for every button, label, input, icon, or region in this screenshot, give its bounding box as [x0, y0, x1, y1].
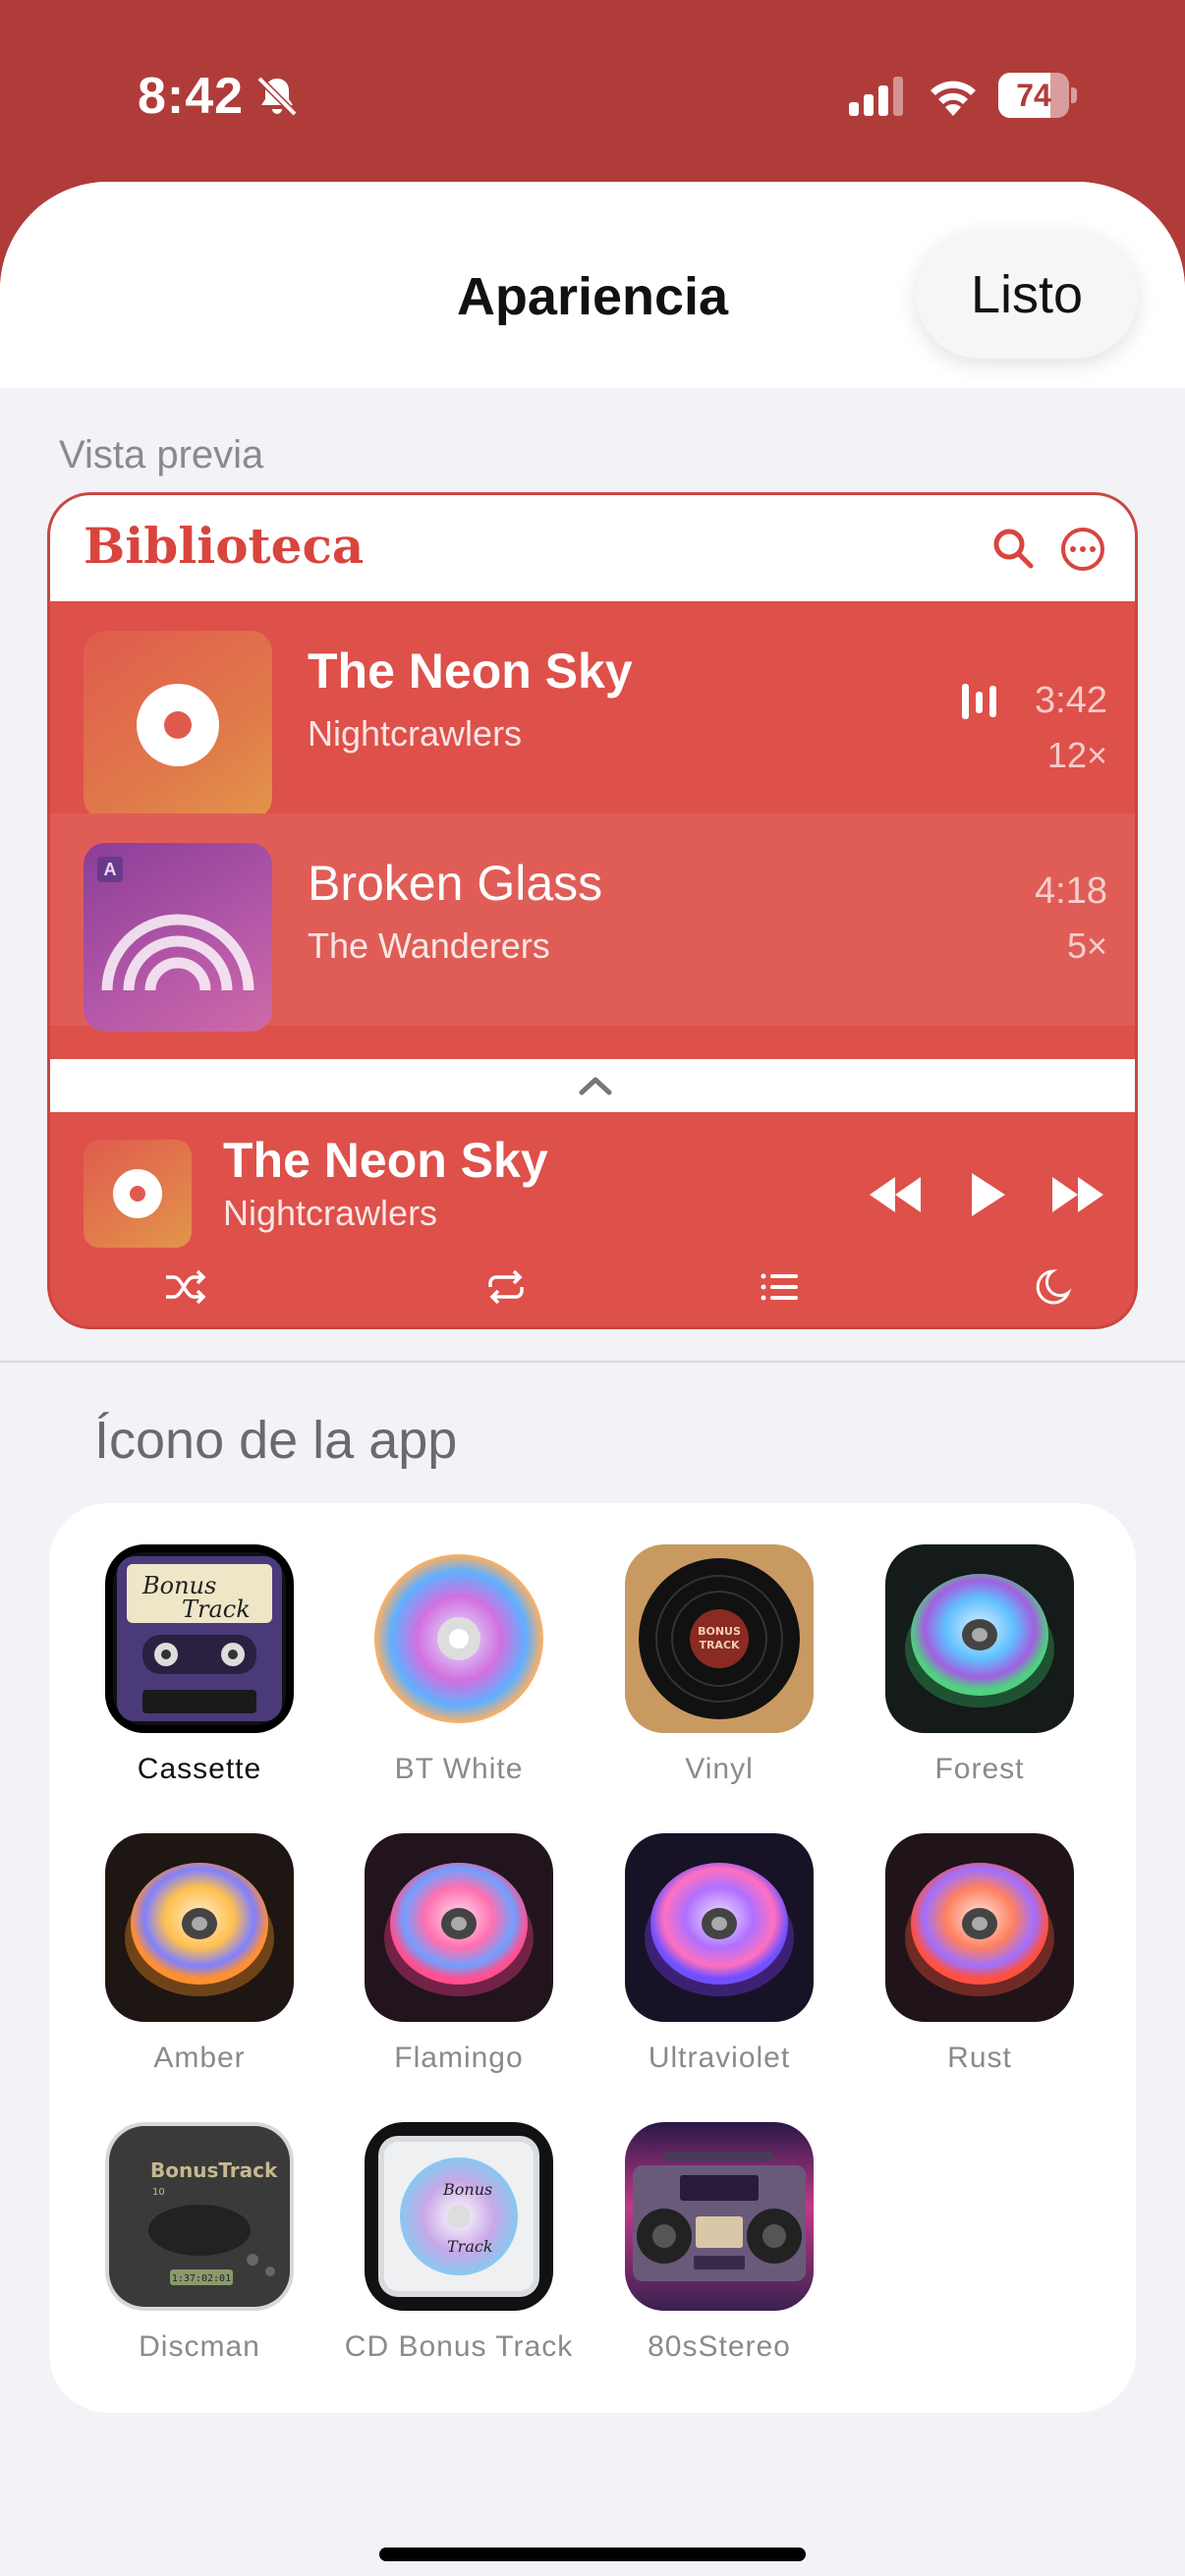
track-artist: Nightcrawlers — [308, 713, 523, 754]
app-icon-section-label: Ícono de la app — [94, 1411, 458, 1470]
preview-header: Biblioteca — [50, 495, 1135, 601]
discman-art-text: BonusTrack — [150, 2158, 278, 2182]
app-icon-label: Ultraviolet — [648, 2042, 791, 2074]
discman-art-text: 10 — [152, 2187, 165, 2198]
cd-forest-icon — [885, 1544, 1074, 1733]
preview-track-row: A Broken Glass The Wanderers 4:18 5× — [50, 813, 1135, 1032]
app-icon-option-flamingo[interactable]: Flamingo — [309, 1792, 568, 2074]
section-divider — [0, 1361, 1185, 1363]
rainbow-arcs-icon — [101, 914, 254, 991]
cd-case-art-text: Track — [447, 2237, 493, 2256]
mini-album-art — [84, 1140, 192, 1248]
fast-forward-icon — [1052, 1177, 1103, 1212]
theme-preview: Biblioteca The Neon Sky Nightcrawlers 3:… — [47, 492, 1138, 1329]
app-icon-label: Cassette — [137, 1753, 262, 1785]
app-icon-option-discman[interactable]: BonusTrack 10 1:37:02:01 Discman — [49, 2081, 309, 2363]
disc-icon — [137, 684, 219, 766]
cassette-art-text: Track — [182, 1596, 251, 1623]
app-icon-label: Vinyl — [685, 1753, 754, 1785]
app-icon-label: Amber — [153, 2042, 246, 2074]
status-bar: 8:42 74 — [0, 0, 1185, 187]
bell-slash-icon — [256, 76, 298, 117]
cd-flamingo-icon — [365, 1833, 553, 2022]
track-duration: 3:42 — [1035, 680, 1107, 721]
vinyl-art-text: BONUS — [698, 1625, 741, 1638]
sleep-timer-moon-icon — [1036, 1269, 1072, 1305]
cd-rust-icon — [885, 1833, 1074, 2022]
app-icon-option-amber[interactable]: Amber — [49, 1792, 309, 2074]
app-icon-option-bt-white[interactable]: BT White — [309, 1503, 568, 1785]
cellular-signal-icon — [849, 77, 903, 116]
app-icon-label: Rust — [947, 2042, 1012, 2074]
app-icon-label: CD Bonus Track — [344, 2330, 574, 2363]
app-icon-option-ultraviolet[interactable]: Ultraviolet — [569, 1792, 828, 2074]
wifi-icon — [931, 81, 976, 116]
done-button[interactable]: Listo — [916, 231, 1138, 359]
discman-art-text: 1:37:02:01 — [172, 2273, 231, 2284]
app-icon-label: Discman — [139, 2330, 260, 2363]
mini-player-handle — [50, 1059, 1135, 1112]
vinyl-record-icon: BONUS TRACK — [625, 1544, 814, 1733]
app-icon-label: 80sStereo — [648, 2330, 791, 2363]
a-badge-icon: A — [97, 857, 123, 882]
cassette-icon: Bonus Track — [105, 1544, 294, 1733]
track-play-count: 12× — [1046, 735, 1107, 775]
appearance-sheet: Apariencia Listo Vista previa Biblioteca… — [0, 182, 1185, 2576]
mini-player-title: The Neon Sky — [223, 1133, 548, 1188]
chevron-up-icon — [579, 1077, 612, 1095]
play-icon — [972, 1173, 1005, 1216]
repeat-icon — [488, 1269, 524, 1305]
cd-case-icon: Bonus Track — [365, 2122, 553, 2311]
track-title: Broken Glass — [308, 856, 603, 911]
album-art — [84, 631, 272, 819]
rewind-icon — [870, 1177, 921, 1212]
vinyl-art-text: TRACK — [699, 1639, 740, 1652]
cd-white-icon — [365, 1544, 553, 1733]
preview-track-row: The Neon Sky Nightcrawlers 3:42 12× — [50, 601, 1135, 819]
discman-icon: BonusTrack 10 1:37:02:01 — [105, 2122, 294, 2311]
preview-library-title: Biblioteca — [84, 517, 365, 575]
battery-level: 74 — [1016, 78, 1051, 113]
search-icon — [993, 529, 1034, 569]
battery-indicator: 74 — [998, 73, 1077, 118]
mini-player-artist: Nightcrawlers — [223, 1193, 438, 1233]
app-icon-option-cassette[interactable]: Bonus Track Cassette — [49, 1503, 309, 1785]
queue-list-icon — [761, 1273, 798, 1301]
app-icon-option-80s-stereo[interactable]: 80sStereo — [569, 2081, 828, 2363]
app-icon-option-forest[interactable]: Forest — [829, 1503, 1089, 1785]
sheet-navbar: Apariencia Listo — [0, 182, 1185, 388]
app-icon-label: Flamingo — [394, 2042, 524, 2074]
preview-section-label: Vista previa — [59, 433, 264, 476]
cd-case-art-text: Bonus — [442, 2180, 492, 2199]
more-options-icon — [1061, 528, 1104, 571]
track-artist: The Wanderers — [308, 925, 550, 966]
boombox-icon — [625, 2122, 814, 2311]
track-duration: 4:18 — [1035, 870, 1107, 912]
track-play-count: 5× — [1066, 925, 1107, 966]
app-icon-label: Forest — [934, 1753, 1025, 1785]
app-icon-option-rust[interactable]: Rust — [829, 1792, 1089, 2074]
track-title: The Neon Sky — [308, 644, 633, 699]
disc-icon — [113, 1169, 162, 1218]
app-icon-option-cd-bonus-track[interactable]: Bonus Track CD Bonus Track — [309, 2081, 572, 2363]
album-art: A — [84, 843, 272, 1032]
app-icon-label: BT White — [394, 1753, 524, 1785]
home-indicator[interactable] — [379, 2548, 806, 2561]
cd-amber-icon — [105, 1833, 294, 2022]
now-playing-bars-icon — [962, 684, 996, 719]
app-icon-grid: Bonus Track Cassette BT White BONUS TRAC… — [49, 1503, 1136, 2413]
app-icon-option-vinyl[interactable]: BONUS TRACK Vinyl — [569, 1503, 828, 1785]
cd-ultraviolet-icon — [625, 1833, 814, 2022]
status-time: 8:42 — [138, 68, 245, 125]
shuffle-icon — [166, 1269, 206, 1305]
preview-mini-player: The Neon Sky Nightcrawlers — [50, 1112, 1135, 1326]
